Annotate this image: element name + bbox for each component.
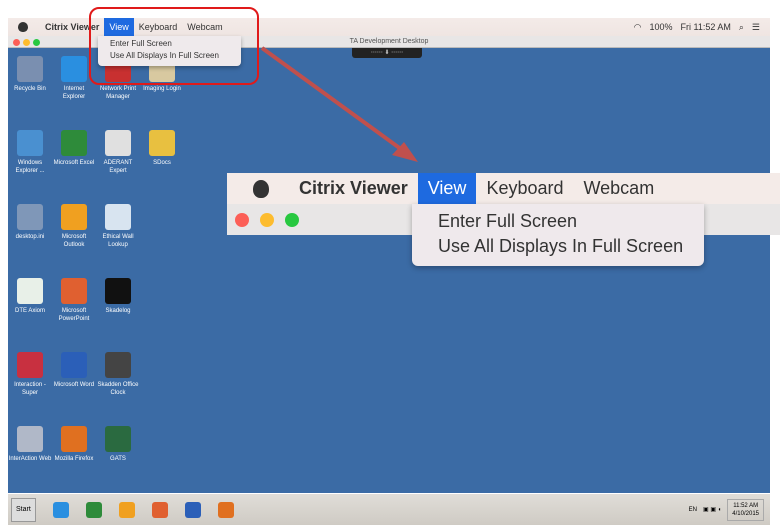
minimize-dot	[260, 213, 274, 227]
zoomed-item-use-all-displays: Use All Displays In Full Screen	[438, 236, 684, 256]
zoomed-menu-keyboard: Keyboard	[486, 178, 564, 198]
zoom-dot	[285, 213, 299, 227]
zoomed-menu-app: Citrix Viewer	[299, 178, 408, 198]
zoomed-menu-view: View	[417, 173, 477, 204]
zoomed-item-enter-full-screen: Enter Full Screen	[438, 211, 578, 231]
close-dot	[235, 213, 249, 227]
arrow-shaft	[260, 46, 407, 154]
zoomed-menubar: Citrix Viewer View Keyboard Webcam	[227, 173, 780, 204]
zoomed-callout: Citrix Viewer View Keyboard Webcam Enter…	[227, 173, 780, 273]
apple-icon	[253, 179, 269, 198]
zoomed-menu-webcam: Webcam	[583, 178, 655, 198]
zoomed-view-dropdown: Enter Full Screen Use All Displays In Fu…	[412, 204, 704, 266]
